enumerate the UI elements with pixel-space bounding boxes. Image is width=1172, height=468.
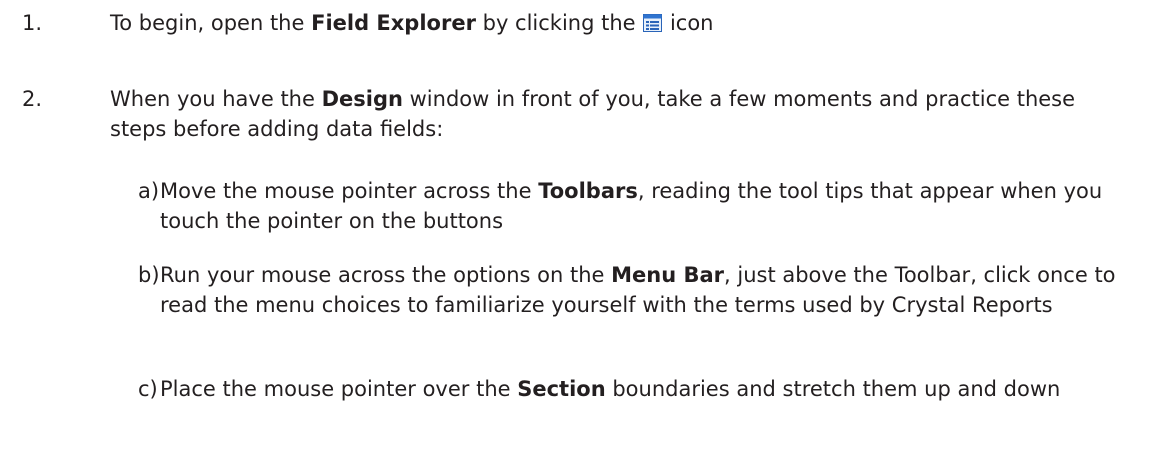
step-text-after-icon: icon — [663, 11, 714, 35]
step-number: 1. — [22, 11, 43, 35]
substep-text-post: boundaries and stretch them up and down — [605, 377, 1061, 401]
substep-text: Run your mouse across the options on the… — [160, 260, 1140, 320]
step-text-bold: Design — [321, 87, 403, 111]
step-text-pre: When you have the — [110, 87, 322, 111]
step-text-pre: To begin, open the — [110, 11, 312, 35]
substep-letter: c) — [138, 377, 158, 401]
substep-text-bold: Menu Bar — [611, 263, 725, 287]
substep-text-pre: Run your mouse across the options on the — [160, 263, 612, 287]
substep-text-pre: Place the mouse pointer over the — [160, 377, 518, 401]
substep-text-bold: Section — [517, 377, 606, 401]
field-explorer-icon — [643, 10, 663, 32]
substep-text: Place the mouse pointer over the Section… — [160, 374, 1140, 404]
step-text-bold: Field Explorer — [311, 11, 476, 35]
step-number: 2. — [22, 87, 43, 111]
substep-letter: a) — [138, 179, 160, 203]
step-text: When you have the Design window in front… — [110, 84, 1110, 144]
substep-text-pre: Move the mouse pointer across the — [160, 179, 539, 203]
step-text: To begin, open the Field Explorer by cli… — [110, 8, 1150, 38]
substep-text: Move the mouse pointer across the Toolba… — [160, 176, 1140, 236]
substep-letter: b) — [138, 263, 160, 287]
substep-text-bold: Toolbars — [538, 179, 638, 203]
step-text-post: by clicking the — [475, 11, 643, 35]
